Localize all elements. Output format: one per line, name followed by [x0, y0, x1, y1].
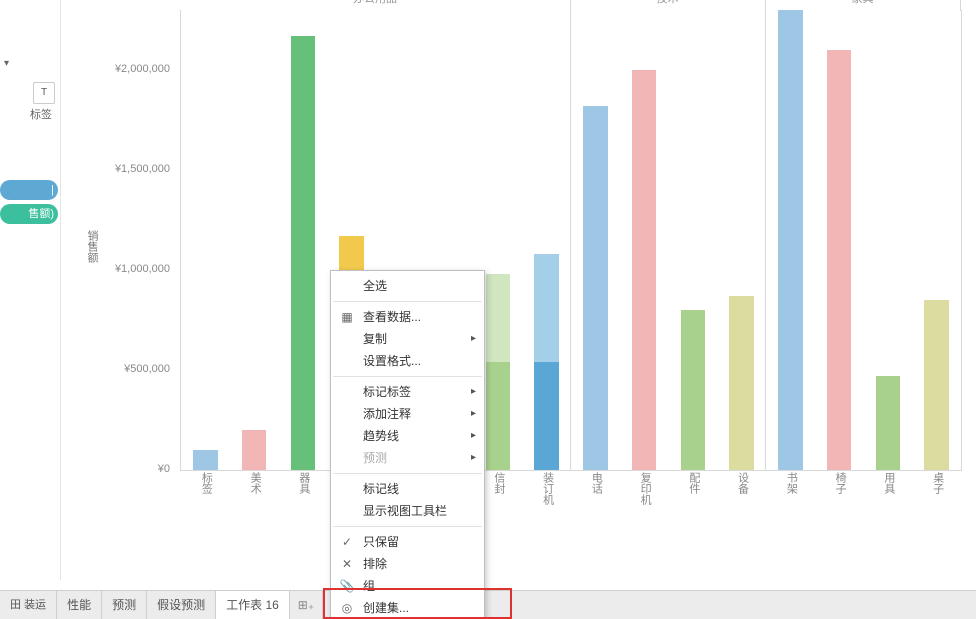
category-label: 装订机: [540, 472, 556, 505]
chevron-right-icon: ▸: [471, 381, 476, 403]
chart-area: 销售额 ¥0 ¥500,000 ¥1,000,000 ¥1,500,000 ¥2,000…: [80, 0, 970, 570]
menu-keep-only-label: 只保留: [363, 535, 399, 549]
menu-mark-label[interactable]: 标记标签 ▸: [331, 381, 484, 403]
left-config-pane: ▾ T 标签 | 售额): [0, 0, 61, 580]
menu-add-annotation-label: 添加注释: [363, 407, 411, 421]
category-label: 桌子: [930, 472, 946, 494]
tab-shipping[interactable]: 田 装运: [0, 591, 57, 619]
category-label: 电话: [588, 472, 604, 494]
sheet-tab-bar: 田 装运 性能 预测 假设预测 工作表 16 ⊞₊ ⊞⁺ □: [0, 590, 976, 619]
chart-plot[interactable]: [180, 10, 962, 471]
chevron-right-icon: ▸: [471, 328, 476, 350]
label-icon[interactable]: T: [33, 82, 55, 104]
y-tick-label: ¥1,500,000: [90, 163, 170, 175]
bar-upper[interactable]: [534, 254, 558, 362]
category-label: 书架: [783, 472, 799, 494]
menu-add-annotation[interactable]: 添加注释 ▸: [331, 403, 484, 425]
bar[interactable]: [534, 362, 558, 470]
tab-forecast[interactable]: 预测: [102, 591, 147, 619]
tab-whatif[interactable]: 假设预测: [147, 591, 216, 619]
field-pill-blue[interactable]: |: [0, 180, 58, 200]
bar[interactable]: [486, 362, 510, 470]
tab-performance[interactable]: 性能: [57, 591, 102, 619]
tab-shipping-label: 装运: [24, 599, 46, 611]
paperclip-icon: 📎: [339, 575, 355, 597]
group-header: 办公用品: [180, 0, 571, 11]
menu-exclude-label: 排除: [363, 557, 387, 571]
menu-trend-line-label: 趋势线: [363, 429, 399, 443]
grid-icon: 田: [10, 599, 21, 611]
menu-set-format[interactable]: 设置格式...: [331, 350, 484, 372]
dropdown-caret[interactable]: ▾: [4, 58, 9, 69]
menu-mark-label-label: 标记标签: [363, 385, 411, 399]
bar-upper[interactable]: [486, 274, 510, 362]
category-label: 复印机: [637, 472, 653, 505]
menu-create-set-label: 创建集...: [363, 601, 409, 615]
menu-create-set[interactable]: ◎ 创建集...: [331, 597, 484, 619]
menu-view-data[interactable]: ▦ 查看数据...: [331, 306, 484, 328]
bar[interactable]: [242, 430, 266, 470]
y-tick-label: ¥500,000: [90, 363, 170, 375]
menu-show-view-toolbar[interactable]: 显示视图工具栏: [331, 500, 484, 522]
menu-exclude[interactable]: ✕ 排除: [331, 553, 484, 575]
category-label: 椅子: [832, 472, 848, 494]
category-label: 美术: [247, 472, 263, 494]
bar[interactable]: [876, 376, 900, 470]
check-icon: ✓: [339, 531, 355, 553]
menu-keep-only[interactable]: ✓ 只保留: [331, 531, 484, 553]
menu-forecast: 预测 ▸: [331, 447, 484, 469]
group-header: 家具: [765, 0, 961, 11]
bar[interactable]: [681, 310, 705, 470]
bar[interactable]: [827, 50, 851, 470]
new-worksheet-button[interactable]: ⊞₊: [290, 591, 323, 619]
y-tick-label: ¥0: [90, 463, 170, 475]
y-tick-label: ¥2,000,000: [90, 63, 170, 75]
menu-copy-label: 复制: [363, 332, 387, 346]
menu-group[interactable]: 📎 组: [331, 575, 484, 597]
chevron-right-icon: ▸: [471, 403, 476, 425]
menu-copy[interactable]: 复制 ▸: [331, 328, 484, 350]
menu-view-data-label: 查看数据...: [363, 310, 421, 324]
bar[interactable]: [583, 106, 607, 470]
bar[interactable]: [729, 296, 753, 470]
menu-forecast-label: 预测: [363, 451, 387, 465]
group-divider: [765, 10, 766, 470]
bar[interactable]: [924, 300, 948, 470]
category-label: 信封: [491, 472, 507, 494]
context-menu: 全选 ▦ 查看数据... 复制 ▸ 设置格式... 标记标签 ▸ 添加注释 ▸ …: [330, 270, 485, 619]
chevron-right-icon: ▸: [471, 425, 476, 447]
menu-trend-line[interactable]: 趋势线 ▸: [331, 425, 484, 447]
category-label: 用具: [881, 472, 897, 494]
group-header: 技术: [570, 0, 766, 11]
bar[interactable]: [778, 10, 802, 470]
group-divider: [570, 10, 571, 470]
grid-icon: ▦: [339, 306, 355, 328]
category-label: 设备: [735, 472, 751, 494]
category-label: 配件: [686, 472, 702, 494]
bar[interactable]: [632, 70, 656, 470]
menu-select-all[interactable]: 全选: [331, 275, 484, 297]
chevron-right-icon: ▸: [471, 447, 476, 469]
tab-worksheet-16[interactable]: 工作表 16: [216, 591, 290, 619]
menu-mark-line[interactable]: 标记线: [331, 478, 484, 500]
x-icon: ✕: [339, 553, 355, 575]
y-tick-label: ¥1,000,000: [90, 263, 170, 275]
menu-group-label: 组: [363, 579, 375, 593]
venn-icon: ◎: [339, 597, 355, 619]
field-pill-green[interactable]: 售额): [0, 204, 58, 224]
bar[interactable]: [291, 36, 315, 470]
label-text: 标签: [30, 106, 52, 122]
category-label: 器具: [296, 472, 312, 494]
category-label: 标签: [198, 472, 214, 494]
bar[interactable]: [193, 450, 217, 470]
y-axis-title: 销售额: [84, 230, 100, 263]
